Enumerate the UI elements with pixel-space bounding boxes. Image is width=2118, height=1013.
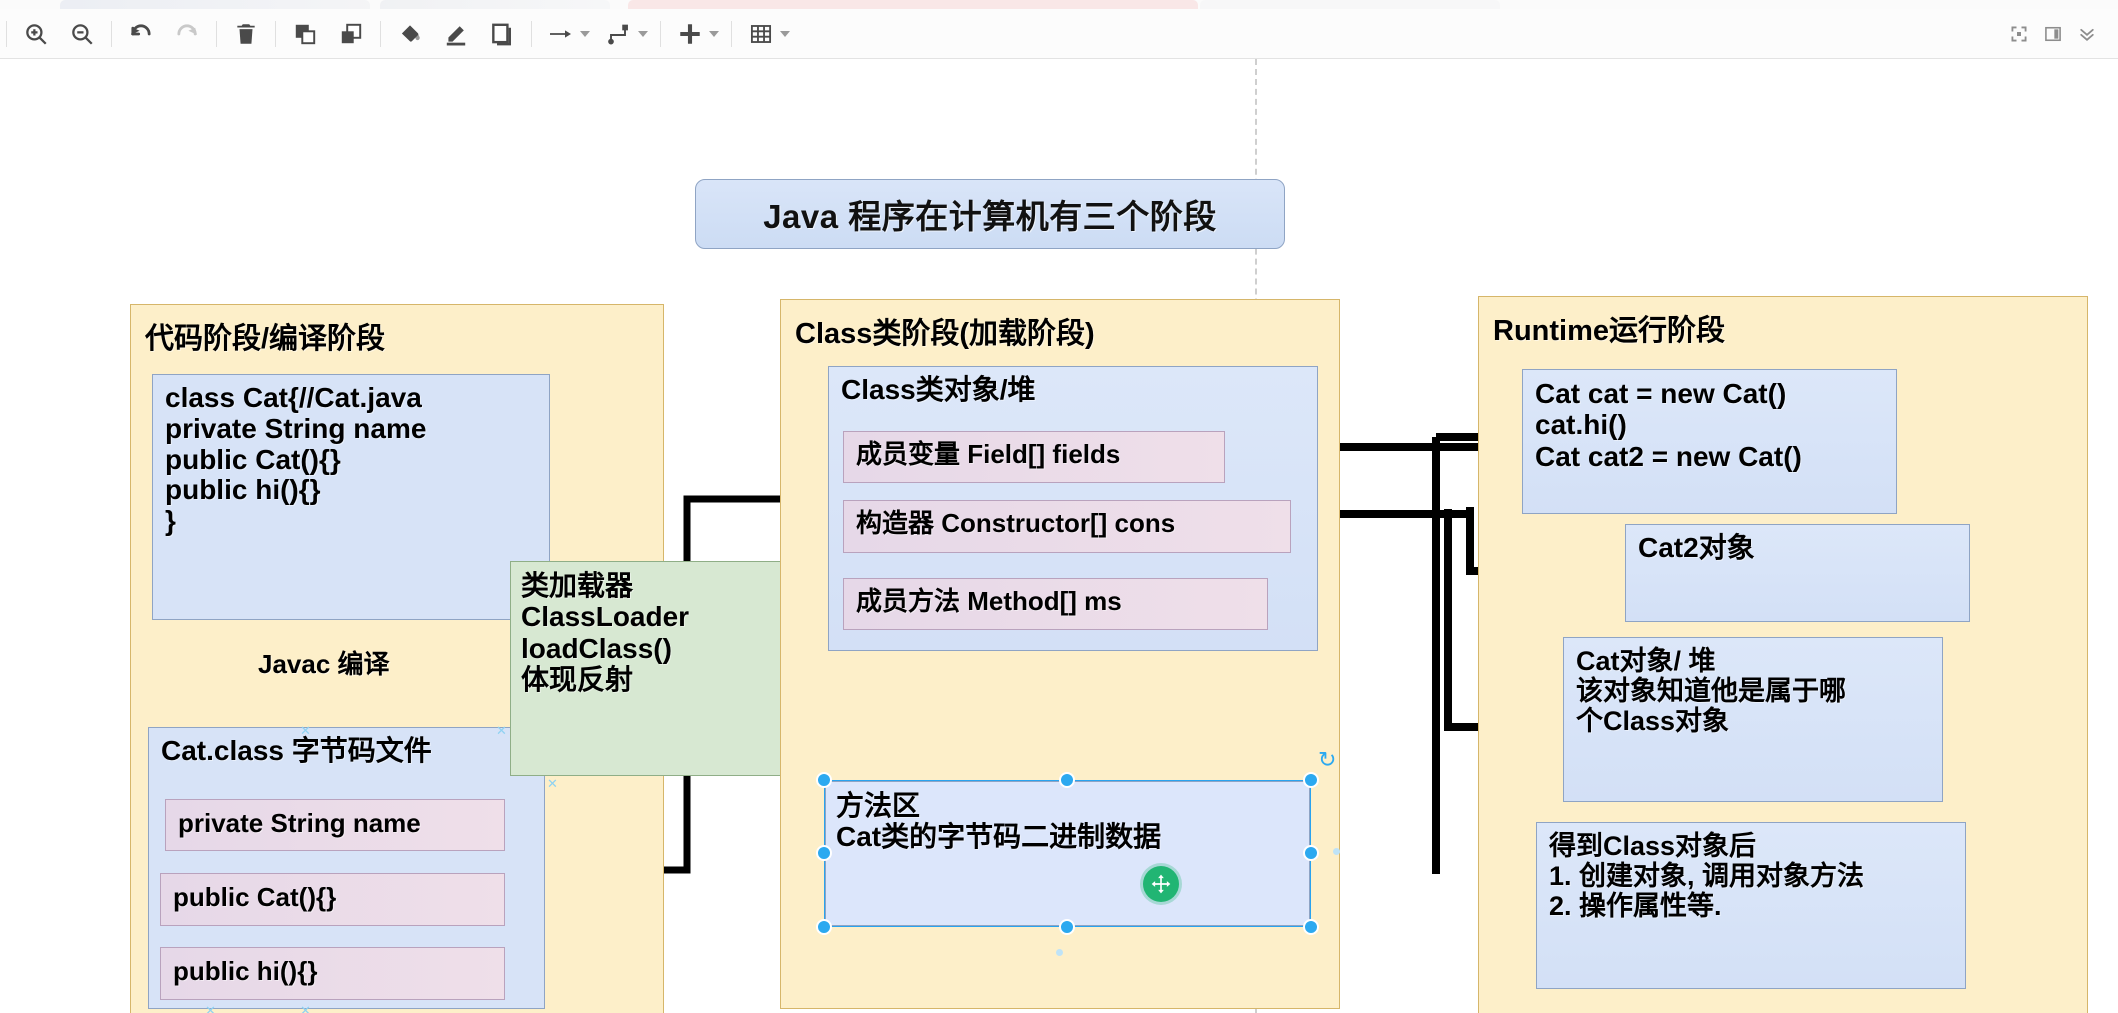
- class-file-member-0[interactable]: private String name: [165, 799, 505, 851]
- stage-load-title: Class类阶段(加载阶段): [795, 318, 1095, 350]
- resize-handle-nw[interactable]: [816, 772, 832, 788]
- resize-handle-n[interactable]: [1059, 772, 1075, 788]
- resize-handle-s[interactable]: [1059, 919, 1075, 935]
- toolbar-divider: [275, 20, 276, 47]
- browser-tab[interactable]: [60, 0, 370, 9]
- ghost-handle: [1333, 848, 1340, 855]
- delete-icon[interactable]: [223, 14, 269, 54]
- fill-color-icon[interactable]: [387, 14, 433, 54]
- browser-tab-strip: [0, 0, 2118, 9]
- classloader-text: 类加载器 ClassLoader loadClass() 体现反射: [521, 570, 690, 696]
- resize-handle-sw[interactable]: [816, 919, 832, 935]
- resize-handle-w[interactable]: [816, 845, 832, 861]
- toolbar-right-group: [2002, 17, 2118, 51]
- diagram-title: Java 程序在计算机有三个阶段: [763, 198, 1217, 235]
- toolbar-divider: [531, 20, 532, 47]
- classloader-box[interactable]: 类加载器 ClassLoader loadClass() 体现反射: [510, 561, 815, 776]
- method-area-text: 方法区 Cat类的字节码二进制数据: [836, 790, 1162, 853]
- shadow-icon[interactable]: [479, 14, 525, 54]
- toolbar-divider: [660, 20, 661, 47]
- zoom-out-icon[interactable]: [59, 14, 105, 54]
- collapse-icon[interactable]: [2070, 17, 2104, 51]
- cat2-object-box[interactable]: Cat2对象: [1625, 524, 1970, 622]
- toolbar-divider: [380, 20, 381, 47]
- class-object-member-label: 构造器 Constructor[] cons: [856, 508, 1176, 538]
- table-dropdown-caret-icon[interactable]: [774, 14, 796, 54]
- fullscreen-icon[interactable]: [2002, 17, 2036, 51]
- ghost-handle: [1056, 949, 1063, 956]
- cat2-object-text: Cat2对象: [1638, 532, 1755, 563]
- undo-icon[interactable]: [118, 14, 164, 54]
- class-file-member-1[interactable]: public Cat(){}: [160, 873, 505, 926]
- method-area-box[interactable]: 方法区 Cat类的字节码二进制数据: [825, 781, 1310, 926]
- toolbar-divider: [6, 20, 7, 47]
- class-object-member-2[interactable]: 成员方法 Method[] ms: [843, 578, 1268, 630]
- toolbar-divider: [731, 20, 732, 47]
- runtime-code-box[interactable]: Cat cat = new Cat() cat.hi() Cat cat2 = …: [1522, 369, 1897, 514]
- source-code-box[interactable]: class Cat{//Cat.java private String name…: [152, 374, 550, 620]
- class-object-member-0[interactable]: 成员变量 Field[] fields: [843, 431, 1225, 483]
- stage-runtime-title: Runtime运行阶段: [1493, 315, 1726, 347]
- ghost-handle: ✕: [300, 1003, 311, 1013]
- toolbar-divider: [216, 20, 217, 47]
- waypoints-dropdown-caret-icon[interactable]: [632, 14, 654, 54]
- send-to-back-icon[interactable]: [328, 14, 374, 54]
- insert-dropdown-caret-icon[interactable]: [703, 14, 725, 54]
- stage-compile-title: 代码阶段/编译阶段: [145, 323, 386, 355]
- diagram-canvas[interactable]: Java 程序在计算机有三个阶段 代码阶段/编译阶段 class Cat{//C…: [0, 59, 2118, 1013]
- class-file-member-label: public Cat(){}: [173, 882, 337, 912]
- class-object-member-label: 成员变量 Field[] fields: [856, 439, 1121, 469]
- class-file-member-2[interactable]: public hi(){}: [160, 947, 505, 1000]
- line-color-icon[interactable]: [433, 14, 479, 54]
- class-object-member-label: 成员方法 Method[] ms: [856, 586, 1122, 616]
- cat-object-text: Cat对象/ 堆 该对象知道他是属于哪 个Class对象: [1576, 646, 1846, 737]
- toolbar-divider: [111, 20, 112, 47]
- class-file-member-label: private String name: [178, 808, 421, 838]
- class-object-member-1[interactable]: 构造器 Constructor[] cons: [843, 500, 1291, 553]
- after-class-object-box[interactable]: 得到Class对象后 1. 创建对象, 调用对象方法 2. 操作属性等.: [1536, 822, 1966, 989]
- browser-tab[interactable]: [380, 0, 610, 9]
- resize-handle-e[interactable]: [1303, 845, 1319, 861]
- class-object-title: Class类对象/堆: [841, 374, 1036, 405]
- runtime-code-text: Cat cat = new Cat() cat.hi() Cat cat2 = …: [1535, 378, 1802, 472]
- resize-handle-ne[interactable]: [1303, 772, 1319, 788]
- connection-dropdown-caret-icon[interactable]: [574, 14, 596, 54]
- bring-to-front-icon[interactable]: [282, 14, 328, 54]
- ghost-handle: ✕: [496, 723, 507, 738]
- editor-toolbar: [0, 9, 2118, 59]
- class-file-member-label: public hi(){}: [173, 956, 318, 986]
- class-file-title: Cat.class 字节码文件: [161, 735, 432, 766]
- browser-tab[interactable]: [1200, 0, 1500, 9]
- ghost-handle: ✕: [300, 723, 311, 738]
- after-class-object-text: 得到Class对象后 1. 创建对象, 调用对象方法 2. 操作属性等.: [1549, 831, 1865, 922]
- source-code-text: class Cat{//Cat.java private String name…: [165, 382, 427, 537]
- cat-object-box[interactable]: Cat对象/ 堆 该对象知道他是属于哪 个Class对象: [1563, 637, 1943, 802]
- browser-tab-active[interactable]: [628, 0, 1198, 9]
- diagram-title-box[interactable]: Java 程序在计算机有三个阶段: [695, 179, 1285, 249]
- format-panel-icon[interactable]: [2036, 17, 2070, 51]
- ghost-handle: ✕: [547, 776, 558, 791]
- ghost-handle: ✕: [205, 1003, 216, 1013]
- rotate-handle-icon[interactable]: ↻: [1318, 749, 1336, 771]
- redo-icon[interactable]: [164, 14, 210, 54]
- zoom-in-icon[interactable]: [13, 14, 59, 54]
- javac-edge-label: Javac 编译: [258, 649, 390, 679]
- move-badge-icon[interactable]: [1143, 866, 1179, 902]
- resize-handle-se[interactable]: [1303, 919, 1319, 935]
